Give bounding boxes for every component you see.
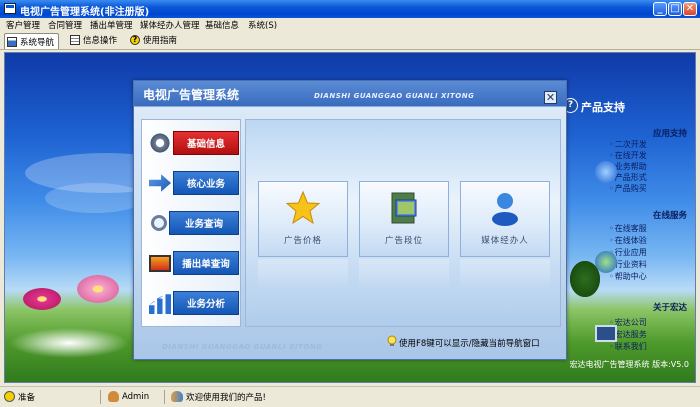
tile-ad-segment[interactable]: 广告段位 [359, 181, 449, 257]
menu-contract[interactable]: 合同管理 [48, 19, 82, 31]
monitor-icon [595, 325, 617, 342]
monitor-icon [149, 254, 171, 272]
tile-ad-price[interactable]: 广告价格 [258, 181, 348, 257]
status-welcome: 欢迎使用我们的产品! [171, 389, 266, 404]
nav-business-analysis[interactable]: 业务分析 [147, 290, 239, 316]
tile-media-agent[interactable]: 媒体经办人 [460, 181, 550, 257]
tab-label: 系统导航 [20, 37, 55, 48]
content-panel: 广告价格 广告段位 媒体经办人 [245, 119, 561, 327]
support-link[interactable]: 在线体验 [609, 235, 647, 246]
tile-reflection [460, 259, 550, 289]
nav-basic-info[interactable]: 基础信息 [147, 130, 239, 156]
f8-hint: 使用F8键可以显示/隐藏当前导航窗口 [399, 339, 540, 349]
flower-decoration [77, 275, 119, 303]
star-icon [285, 190, 321, 225]
tab-info-operation[interactable]: 信息操作 [70, 33, 117, 47]
nav-label: 基础信息 [173, 131, 239, 155]
tile-reflection [258, 259, 348, 289]
tab-label: 信息操作 [83, 36, 118, 46]
document-icon [70, 35, 80, 45]
menu-media-agent[interactable]: 媒体经办人管理 [140, 19, 200, 31]
nav-broadcast-query[interactable]: 播出单查询 [147, 250, 239, 276]
support-link[interactable]: 在线客服 [609, 223, 647, 234]
user-icon [492, 193, 518, 226]
menu-basic-info[interactable]: 基础信息 [205, 19, 239, 31]
title-bar: 电视广告管理系统(非注册版) _ □ ✕ [0, 0, 700, 18]
version-text: 宏达电视广告管理系统 版本:V5.0 [569, 360, 689, 369]
support-title: 产品支持 [581, 101, 625, 114]
menu-customer[interactable]: 客户管理 [6, 19, 40, 31]
nav-panel: 基础信息 核心业务 业务查询 播出单查询 业务分析 [141, 119, 241, 327]
support-link[interactable]: 产品购买 [609, 183, 647, 194]
maximize-button[interactable]: □ [668, 2, 682, 16]
globe-icon [595, 251, 617, 273]
status-divider [100, 390, 101, 404]
dialog-close-button[interactable]: ✕ [544, 91, 557, 104]
support-link[interactable]: 二次开发 [609, 139, 647, 150]
daisy-decoration [9, 328, 129, 358]
support-section-title: 在线服务 [652, 211, 687, 221]
nav-label: 业务分析 [173, 291, 239, 315]
cloud [45, 183, 145, 213]
status-text: Admin [122, 391, 150, 402]
minimize-button[interactable]: _ [653, 2, 667, 16]
navigation-icon [7, 36, 17, 47]
tile-reflection [359, 259, 449, 289]
info-icon [4, 391, 15, 402]
nav-business-query[interactable]: 业务查询 [147, 210, 239, 236]
user-icon [108, 391, 119, 402]
dialog-title: 电视广告管理系统 [143, 88, 240, 102]
bar-chart-icon [149, 294, 171, 314]
arrow-icon [595, 161, 617, 183]
status-bar: 准备 Admin 欢迎使用我们的产品! [0, 386, 700, 407]
dialog-footer-pinyin: DIANSHI GUANGGAO GUANLI XITONG [162, 343, 323, 351]
close-button[interactable]: ✕ [683, 2, 697, 16]
tab-user-guide[interactable]: ? 使用指南 [130, 33, 177, 47]
app-icon [4, 3, 16, 14]
menu-bar: 客户管理 合同管理 播出单管理 媒体经办人管理 基础信息 系统(S) [0, 18, 700, 32]
tile-label: 媒体经办人 [481, 236, 529, 246]
nav-core-business[interactable]: 核心业务 [147, 170, 239, 196]
people-icon [171, 391, 183, 402]
status-text: 准备 [18, 392, 36, 403]
arrow-right-icon [149, 174, 171, 192]
status-text: 欢迎使用我们的产品! [186, 392, 266, 403]
film-icon [391, 192, 417, 224]
tab-label: 使用指南 [143, 36, 178, 46]
window-title: 电视广告管理系统(非注册版) [20, 7, 150, 18]
gear-icon [149, 132, 171, 154]
support-link[interactable]: 联系我们 [609, 341, 647, 352]
flower-decoration [23, 288, 61, 310]
lightbulb-icon [387, 335, 397, 346]
status-ready: 准备 [4, 389, 35, 404]
help-icon: ? [130, 35, 140, 45]
support-link[interactable]: 在线开发 [609, 150, 647, 161]
menu-broadcast[interactable]: 播出单管理 [90, 19, 133, 31]
support-link[interactable]: 帮助中心 [609, 271, 647, 282]
dialog-pinyin: DIANSHI GUANGGAO GUANLI XITONG [314, 92, 475, 100]
navigation-dialog: 电视广告管理系统 DIANSHI GUANGGAO GUANLI XITONG … [133, 80, 567, 360]
tab-bar: 系统导航 信息操作 ? 使用指南 [0, 32, 700, 50]
nav-label: 业务查询 [169, 211, 239, 235]
magnifier-icon [151, 215, 167, 231]
tab-system-navigation[interactable]: 系统导航 [4, 33, 60, 49]
nav-label: 核心业务 [173, 171, 239, 195]
status-user: Admin [108, 389, 149, 404]
support-section-title: 关于宏达 [652, 303, 687, 313]
status-divider [164, 390, 165, 404]
tile-label: 广告段位 [384, 236, 423, 246]
menu-system[interactable]: 系统(S) [248, 19, 277, 31]
tile-label: 广告价格 [283, 236, 322, 246]
nav-label: 播出单查询 [173, 251, 239, 275]
support-section-title: 应用支持 [652, 129, 687, 139]
